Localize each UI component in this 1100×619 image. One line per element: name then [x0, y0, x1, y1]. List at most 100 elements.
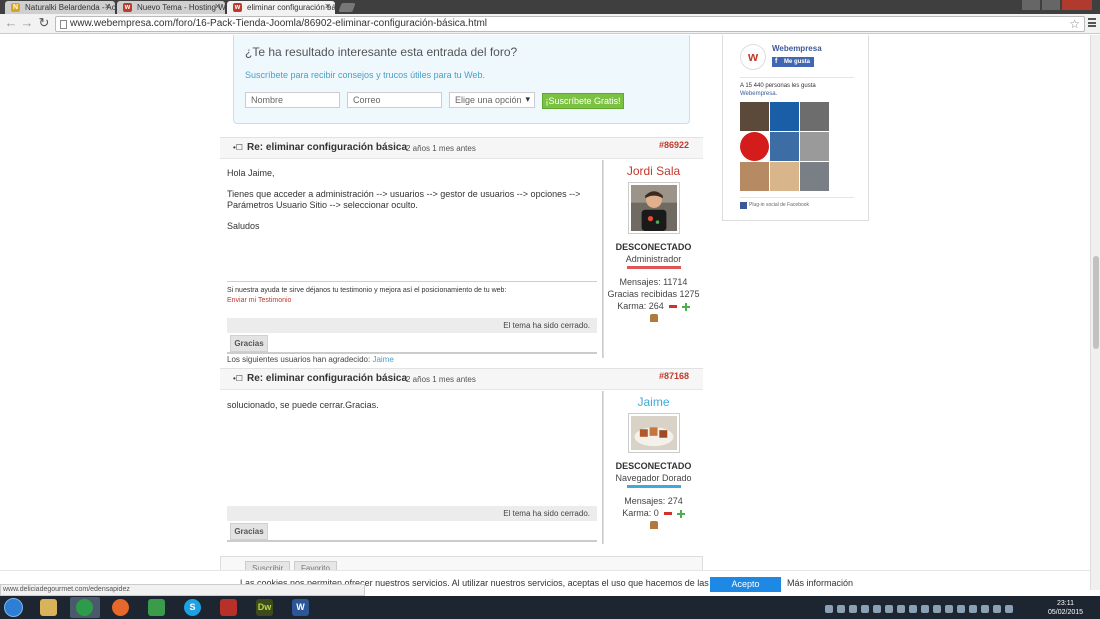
minimize-window-button[interactable] [1022, 0, 1040, 10]
tray-icon[interactable] [861, 605, 869, 613]
fan-avatar[interactable] [740, 132, 769, 161]
karma-plus-icon[interactable] [681, 302, 690, 311]
fan-avatar[interactable] [740, 102, 769, 131]
clock-date: 05/02/2015 [1048, 609, 1084, 616]
name-field[interactable]: Nombre [245, 92, 340, 108]
thanks-button[interactable]: Gracias [230, 523, 268, 540]
karma-plus-icon[interactable] [676, 509, 685, 518]
thank-you-icon[interactable] [649, 314, 658, 322]
tray-icon[interactable] [993, 605, 1001, 613]
taskbar-dreamweaver[interactable]: Dw [250, 597, 280, 618]
tray-icon[interactable] [957, 605, 965, 613]
scrollbar-thumb[interactable] [1093, 256, 1099, 349]
post-signature: Si nuestra ayuda te sirve déjanos tu tes… [227, 281, 597, 306]
tray-icon[interactable] [933, 605, 941, 613]
tray-icon[interactable] [969, 605, 977, 613]
start-button[interactable] [4, 598, 23, 617]
close-icon[interactable]: ✕ [214, 2, 221, 11]
testimonial-link[interactable]: Enviar mi Testimonio [227, 296, 597, 306]
webempresa-logo-icon[interactable]: w [740, 44, 766, 70]
tray-icon[interactable] [981, 605, 989, 613]
tab-label: Naturalki Belardenda - Ac [25, 3, 115, 12]
karma-minus-icon[interactable] [664, 512, 673, 516]
forward-arrow-icon[interactable]: → [20, 16, 34, 30]
author-profile: Jordi Sala DESCONECTADO Administrador Me… [604, 160, 703, 322]
tab-label: eliminar configuración bá [247, 3, 335, 12]
maximize-window-button[interactable] [1042, 0, 1060, 10]
fan-avatar[interactable] [800, 162, 829, 191]
forum-thread: ¿Te ha resultado interesante esta entrad… [220, 35, 703, 550]
tab-naturalki[interactable]: N Naturalki Belardenda - Ac ✕ [5, 1, 115, 14]
subscribe-button[interactable]: ¡Suscríbete Gratis! [542, 93, 624, 109]
karma-minus-icon[interactable] [669, 305, 678, 309]
close-icon[interactable]: ✕ [104, 2, 111, 11]
tab-nuevo-tema[interactable]: w Nuevo Tema - Hosting W ✕ [117, 1, 225, 14]
author-photo [630, 416, 677, 450]
fan-avatar[interactable] [800, 102, 829, 131]
option-select[interactable]: Elige una opción [449, 92, 535, 108]
thanks-user-link[interactable]: Jaime [372, 355, 393, 364]
taskbar-network[interactable] [142, 597, 172, 618]
fan-avatar[interactable] [770, 162, 799, 191]
facebook-page-name[interactable]: Webempresa [772, 44, 822, 53]
rank-bar [626, 266, 681, 269]
taskbar-word[interactable]: W [286, 597, 316, 618]
like-count-text: A 15 440 personas les gusta [740, 83, 816, 89]
avatar[interactable] [627, 182, 680, 234]
thanks-button[interactable]: Gracias [230, 335, 268, 352]
back-arrow-icon[interactable]: ← [4, 16, 18, 30]
accept-cookies-button[interactable]: Acepto [710, 577, 781, 592]
tray-icon[interactable] [897, 605, 905, 613]
page-scrollbar[interactable] [1090, 35, 1100, 590]
facebook-like-button[interactable]: Me gusta [772, 57, 814, 67]
folder-icon [40, 599, 57, 616]
taskbar-filezilla[interactable] [214, 597, 244, 618]
fan-avatar[interactable] [800, 132, 829, 161]
system-clock[interactable]: 23:11 05/02/2015 [1048, 599, 1083, 617]
filezilla-icon [220, 599, 237, 616]
address-bar[interactable]: www.webempresa.com/foro/16-Pack-Tienda-J… [55, 16, 1085, 32]
email-field[interactable]: Correo [347, 92, 442, 108]
post-header: •☐ Re: eliminar configuración básica 2 a… [220, 137, 703, 159]
tray-icon[interactable] [1005, 605, 1013, 613]
post-id-link[interactable]: #86922 [659, 140, 689, 150]
thank-you-icon[interactable] [649, 521, 658, 529]
facebook-like-box: w Webempresa Me gusta A 15 440 personas … [722, 35, 869, 221]
tray-icon[interactable] [825, 605, 833, 613]
browser-toolbar: ← → ↻ www.webempresa.com/foro/16-Pack-Ti… [0, 14, 1100, 34]
post-id-link[interactable]: #87168 [659, 371, 689, 381]
author-photo [630, 185, 677, 231]
tray-icon[interactable] [873, 605, 881, 613]
taskbar-skype[interactable]: S [178, 597, 208, 618]
tray-icon[interactable] [849, 605, 857, 613]
post-bullet-icon: •☐ [233, 143, 243, 152]
chrome-icon [76, 599, 93, 616]
new-tab-button[interactable] [338, 3, 356, 12]
tab-eliminar-configuracion[interactable]: w eliminar configuración bá ✕ [227, 1, 335, 14]
author-name-link[interactable]: Jordi Sala [604, 164, 703, 178]
fan-avatar[interactable] [770, 132, 799, 161]
bookmark-star-icon[interactable]: ☆ [1069, 17, 1080, 31]
browser-menu-icon[interactable] [1088, 18, 1096, 27]
taskbar-firefox[interactable] [106, 597, 136, 618]
author-name-link[interactable]: Jaime [604, 395, 703, 409]
tray-icon[interactable] [909, 605, 917, 613]
fan-avatar[interactable] [770, 102, 799, 131]
word-icon: W [292, 599, 309, 616]
post-body: Hola Jaime, Tienes que acceder a adminis… [227, 168, 602, 232]
tray-icon[interactable] [945, 605, 953, 613]
taskbar-chrome[interactable] [70, 597, 100, 618]
fan-avatar[interactable] [740, 162, 769, 191]
avatar[interactable] [627, 413, 680, 453]
close-window-button[interactable] [1062, 0, 1092, 10]
facebook-page-link[interactable]: Webempresa. [740, 90, 816, 98]
more-info-link[interactable]: Más información [787, 578, 853, 588]
karma-value: Karma: 264 [617, 301, 664, 311]
reload-icon[interactable]: ↻ [37, 16, 51, 30]
tray-icon[interactable] [837, 605, 845, 613]
close-icon[interactable]: ✕ [324, 2, 331, 11]
author-rank: Administrador [625, 254, 682, 264]
taskbar-explorer[interactable] [34, 597, 64, 618]
tray-icon[interactable] [921, 605, 929, 613]
tray-icon[interactable] [885, 605, 893, 613]
